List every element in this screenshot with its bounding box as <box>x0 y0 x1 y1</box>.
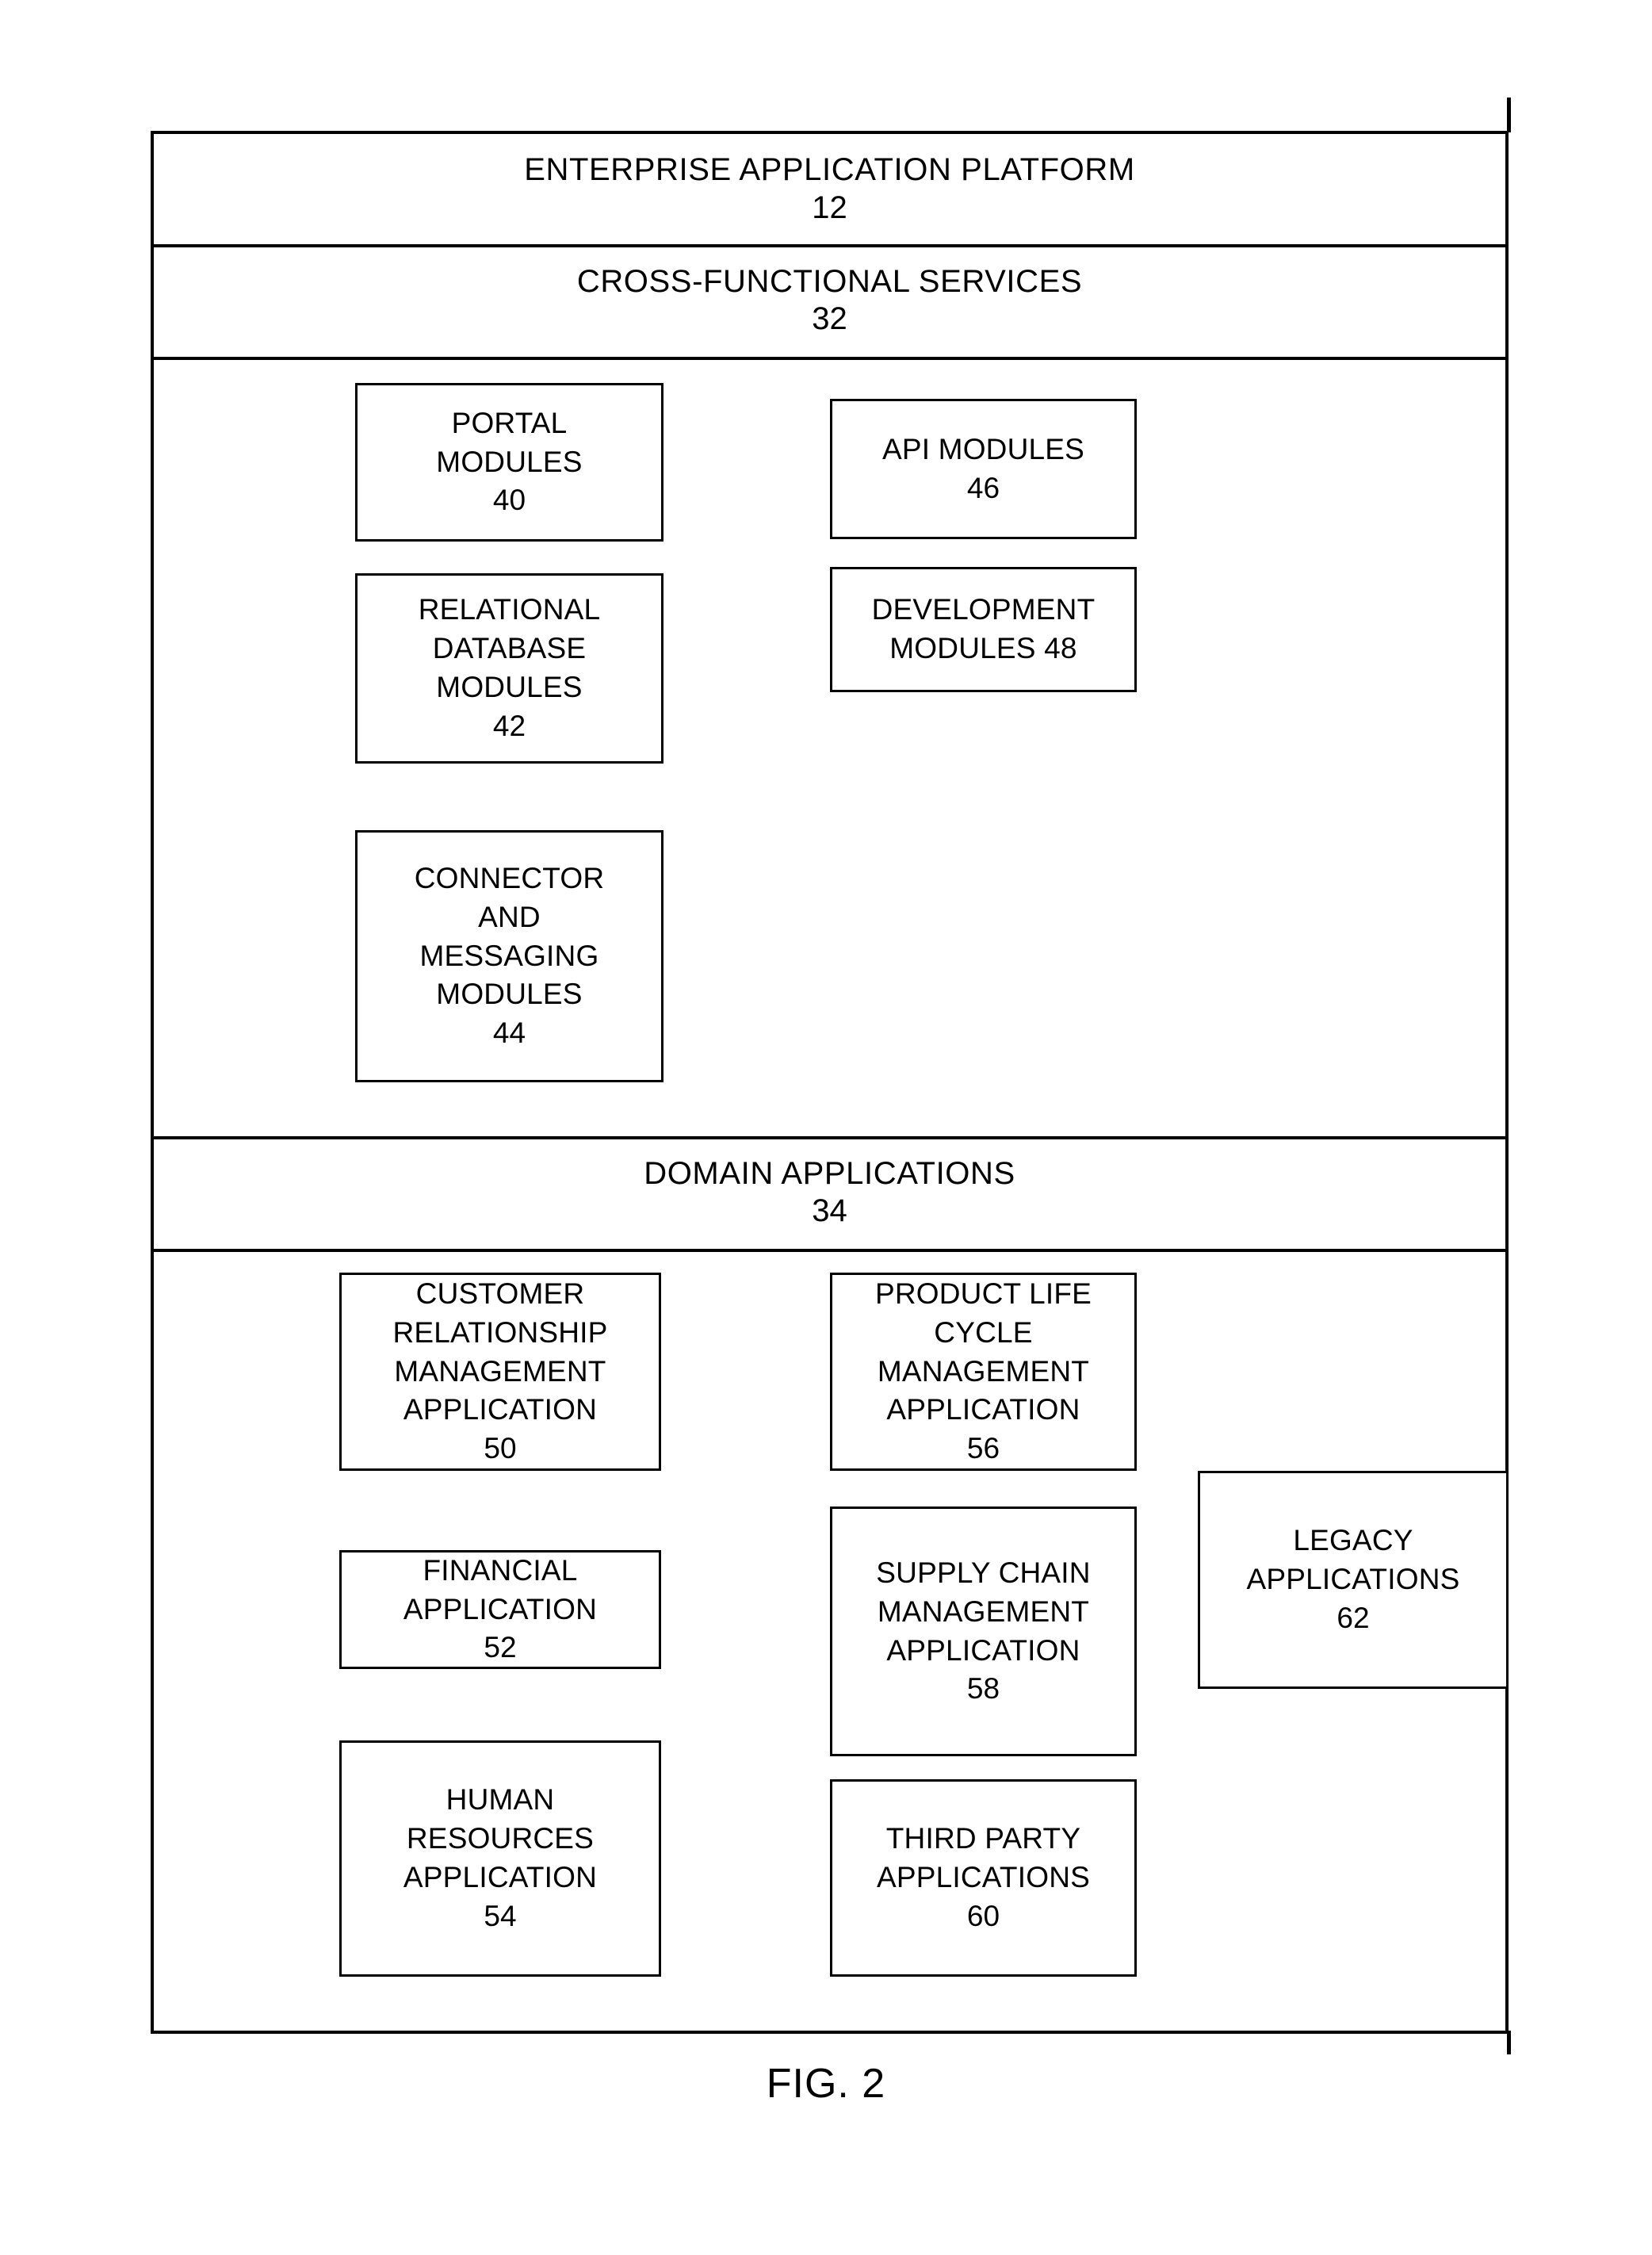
module-label-connector-and-messaging-modules: CONNECTOR AND MESSAGING MODULES <box>414 861 605 1011</box>
module-ref-relational-database-modules: 42 <box>492 709 526 742</box>
registration-tick-bottom-right-icon <box>1507 2031 1511 2054</box>
module-box-connector-and-messaging-modules[interactable]: CONNECTOR AND MESSAGING MODULES 44 <box>355 830 663 1082</box>
divider-domain-header-body <box>154 1249 1505 1252</box>
band-cross-functional-services: CROSS-FUNCTIONAL SERVICES 32 <box>154 244 1505 357</box>
band-title-domain-applications: DOMAIN APPLICATIONS <box>644 1155 1015 1191</box>
application-box-human-resources-application[interactable]: HUMAN RESOURCES APPLICATION 54 <box>339 1740 661 1977</box>
module-ref-api-modules: 46 <box>966 471 1000 504</box>
application-ref-customer-relationship-management-application: 50 <box>484 1432 517 1465</box>
module-label-portal-modules: PORTAL MODULES <box>436 406 583 478</box>
application-label-legacy-applications: LEGACY APPLICATIONS <box>1246 1524 1460 1596</box>
figure-frame: ENTERPRISE APPLICATION PLATFORM 12 CROSS… <box>151 131 1509 2034</box>
band-ref-enterprise-application-platform: 12 <box>812 190 847 225</box>
application-ref-financial-application: 52 <box>484 1631 517 1664</box>
application-box-financial-application[interactable]: FINANCIAL APPLICATION 52 <box>339 1550 661 1669</box>
application-box-legacy-applications[interactable]: LEGACY APPLICATIONS 62 <box>1198 1471 1509 1689</box>
application-ref-product-life-cycle-management-application: 56 <box>966 1432 1000 1465</box>
figure-caption: FIG. 2 <box>766 2061 886 2107</box>
divider-services-header-body <box>154 357 1505 360</box>
application-label-product-life-cycle-management-application: PRODUCT LIFE CYCLE MANAGEMENT APPLICATIO… <box>874 1277 1092 1426</box>
application-label-human-resources-application: HUMAN RESOURCES APPLICATION <box>403 1783 598 1893</box>
module-label-development-modules: DEVELOPMENT MODULES 48 <box>871 593 1096 664</box>
application-box-third-party-applications[interactable]: THIRD PARTY APPLICATIONS 60 <box>830 1779 1137 1977</box>
application-label-supply-chain-management-application: SUPPLY CHAIN MANAGEMENT APPLICATION <box>876 1556 1091 1667</box>
band-enterprise-application-platform: ENTERPRISE APPLICATION PLATFORM 12 <box>154 134 1505 244</box>
module-ref-portal-modules: 40 <box>492 484 526 517</box>
application-ref-legacy-applications: 62 <box>1337 1601 1370 1634</box>
module-label-api-modules: API MODULES <box>881 432 1085 465</box>
band-title-cross-functional-services: CROSS-FUNCTIONAL SERVICES <box>576 263 1083 299</box>
module-box-relational-database-modules[interactable]: RELATIONAL DATABASE MODULES 42 <box>355 573 663 764</box>
module-ref-connector-and-messaging-modules: 44 <box>492 1016 526 1050</box>
application-label-financial-application: FINANCIAL APPLICATION <box>403 1553 598 1625</box>
application-box-product-life-cycle-management-application[interactable]: PRODUCT LIFE CYCLE MANAGEMENT APPLICATIO… <box>830 1273 1137 1471</box>
band-ref-cross-functional-services: 32 <box>812 301 847 336</box>
application-label-third-party-applications: THIRD PARTY APPLICATIONS <box>876 1822 1090 1894</box>
band-title-enterprise-application-platform: ENTERPRISE APPLICATION PLATFORM <box>524 152 1135 188</box>
application-ref-third-party-applications: 60 <box>966 1899 1000 1932</box>
application-ref-supply-chain-management-application: 58 <box>966 1672 1000 1706</box>
module-box-api-modules[interactable]: API MODULES 46 <box>830 399 1137 539</box>
module-box-development-modules[interactable]: DEVELOPMENT MODULES 48 <box>830 567 1137 692</box>
module-box-portal-modules[interactable]: PORTAL MODULES 40 <box>355 383 663 542</box>
band-domain-applications: DOMAIN APPLICATIONS 34 <box>154 1136 1505 1249</box>
application-box-supply-chain-management-application[interactable]: SUPPLY CHAIN MANAGEMENT APPLICATION 58 <box>830 1507 1137 1756</box>
application-box-customer-relationship-management-application[interactable]: CUSTOMER RELATIONSHIP MANAGEMENT APPLICA… <box>339 1273 661 1471</box>
band-ref-domain-applications: 34 <box>812 1193 847 1228</box>
registration-tick-top-right-icon <box>1507 98 1511 132</box>
application-label-customer-relationship-management-application: CUSTOMER RELATIONSHIP MANAGEMENT APPLICA… <box>392 1277 608 1426</box>
module-label-relational-database-modules: RELATIONAL DATABASE MODULES <box>418 593 601 703</box>
application-ref-human-resources-application: 54 <box>484 1899 517 1932</box>
